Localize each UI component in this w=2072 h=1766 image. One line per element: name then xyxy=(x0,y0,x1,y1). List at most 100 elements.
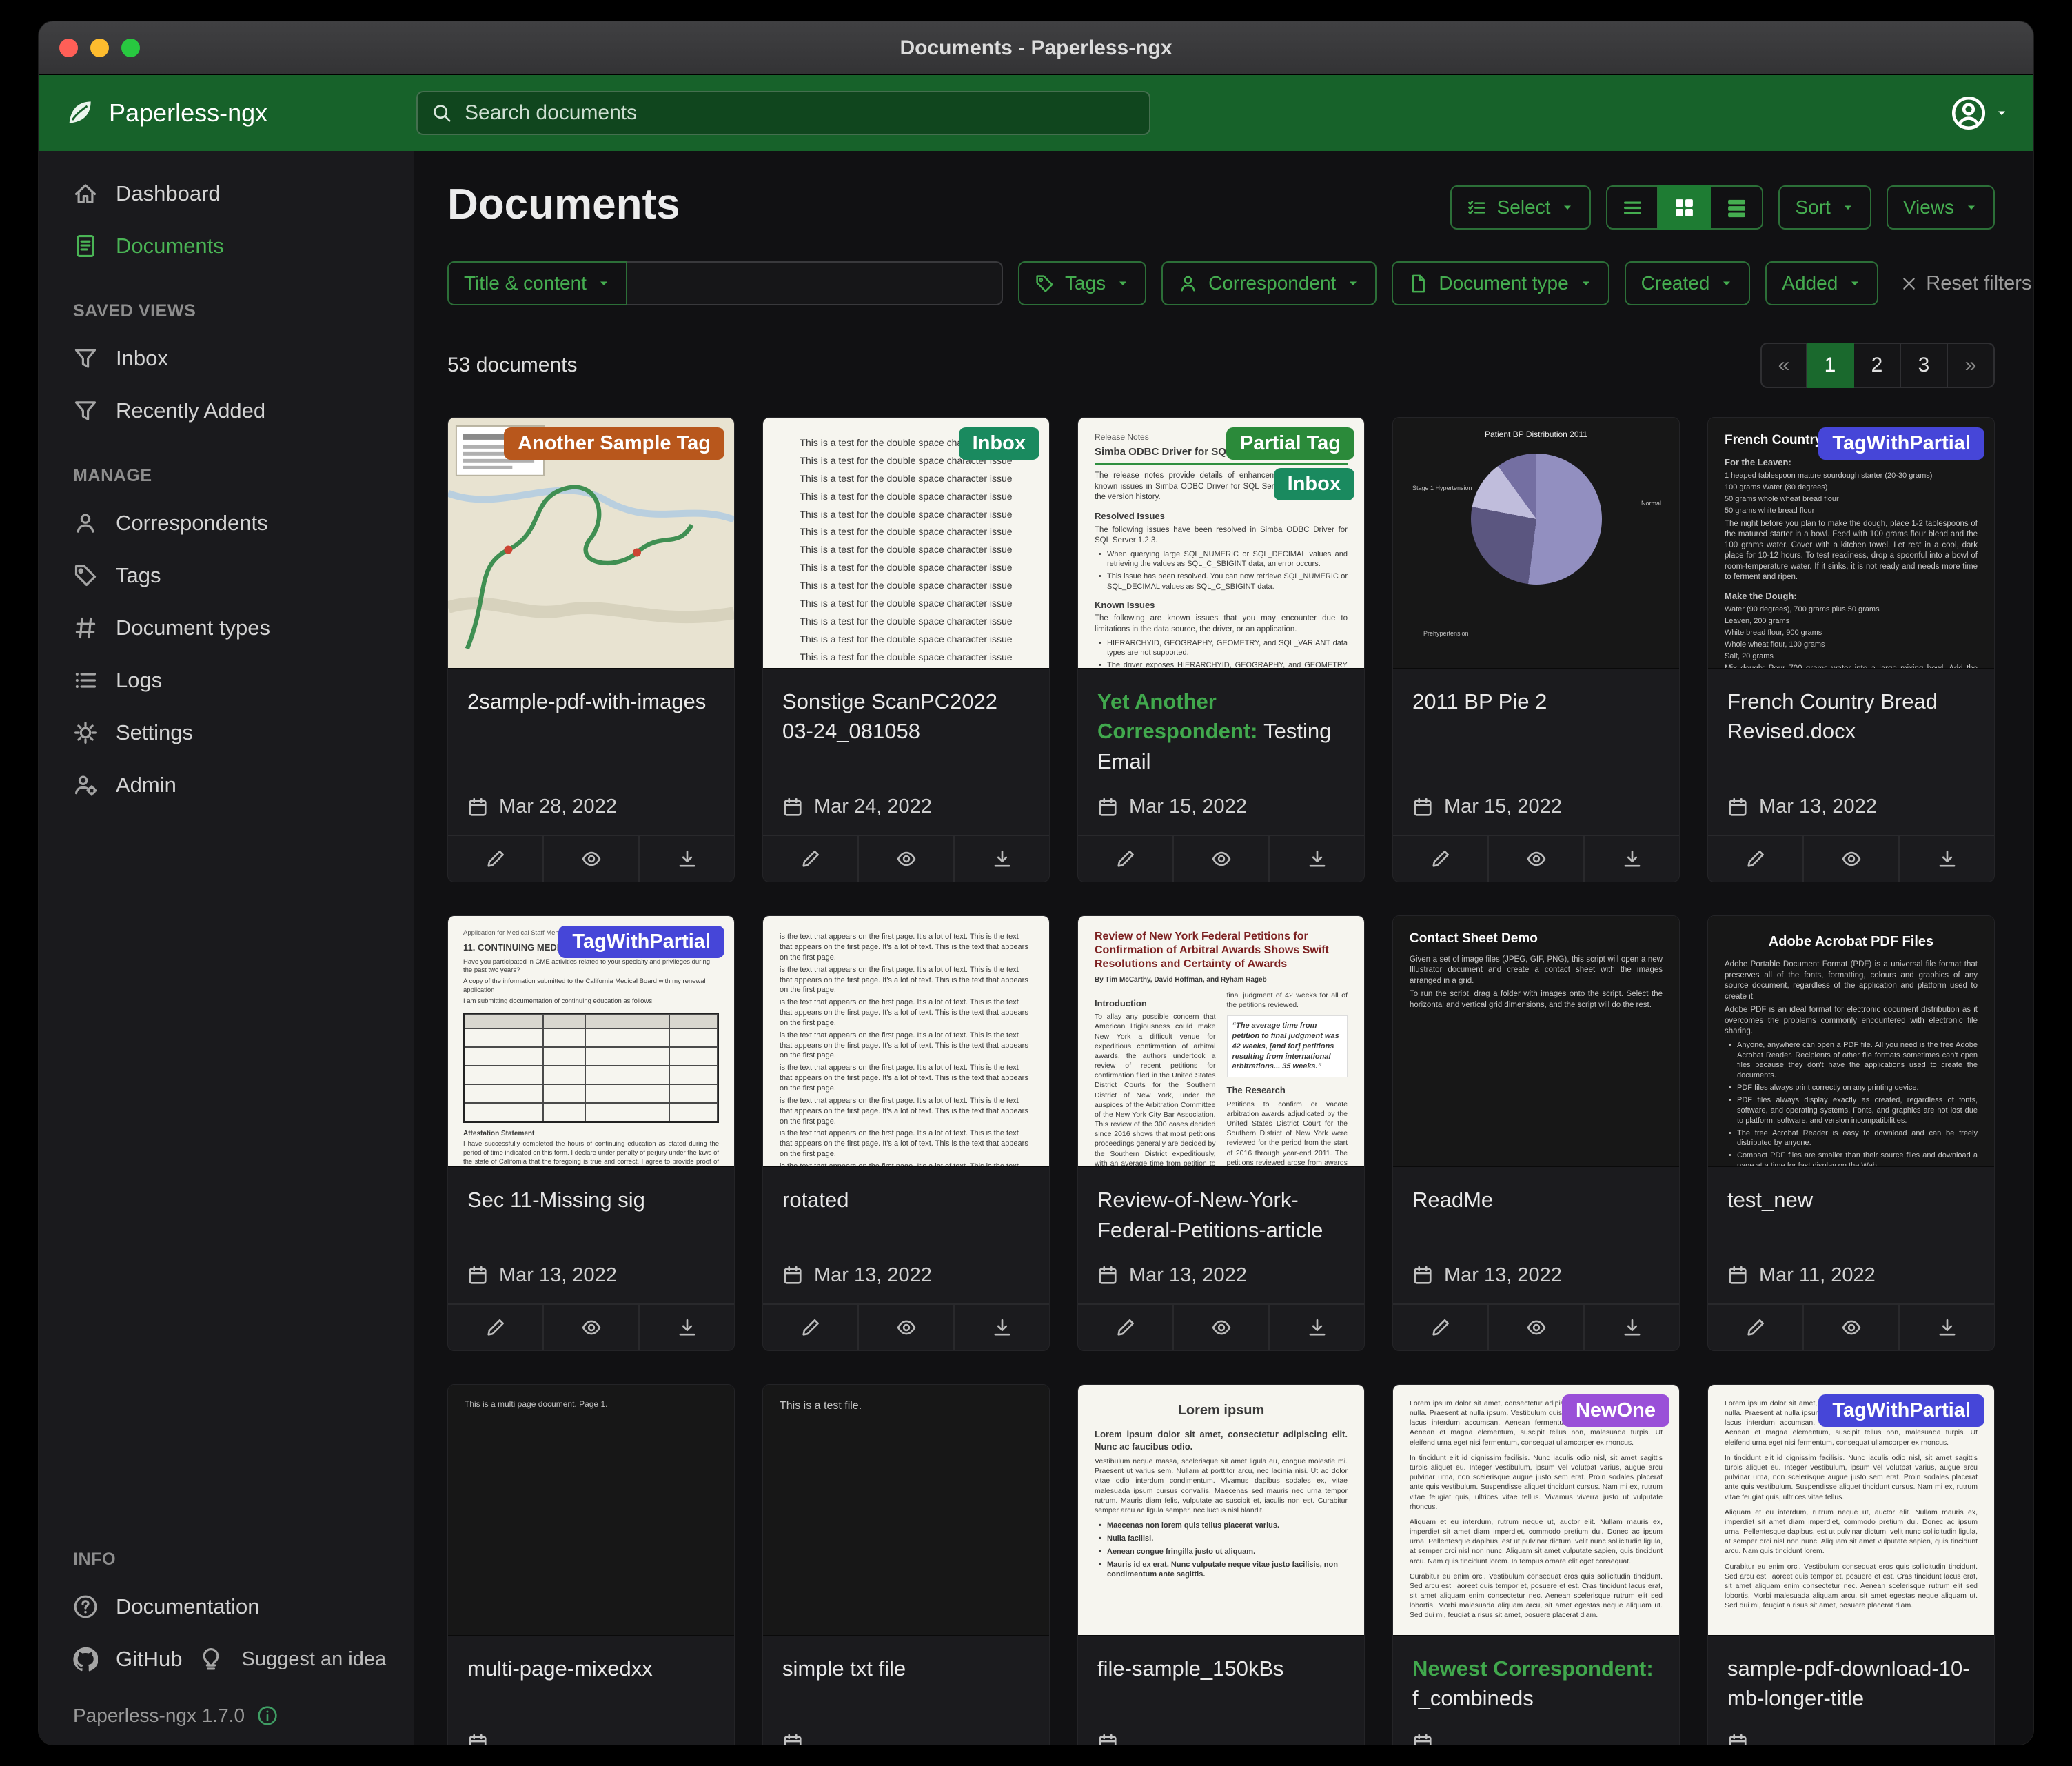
document-title[interactable]: file-sample_150kBs xyxy=(1097,1654,1345,1683)
view-mode-list-button[interactable] xyxy=(1606,185,1658,230)
reset-filters-button[interactable]: Reset filters xyxy=(1900,272,2031,295)
sidebar-item-github[interactable]: GitHub xyxy=(39,1633,189,1685)
filter-button-tags[interactable]: Tags xyxy=(1018,261,1146,305)
document-thumbnail[interactable]: Adobe Acrobat PDF FilesAdobe Portable Do… xyxy=(1708,916,1994,1167)
close-window-button[interactable] xyxy=(59,39,78,57)
document-title[interactable]: Newest Correspondent: f_combineds xyxy=(1412,1654,1660,1714)
sidebar-item-settings[interactable]: Settings xyxy=(39,707,414,759)
document-title[interactable]: Sec 11-Missing sig xyxy=(467,1185,715,1215)
view-document-button[interactable] xyxy=(542,1305,638,1350)
document-thumbnail[interactable]: Review of New York Federal Petitions for… xyxy=(1078,916,1364,1167)
document-card[interactable]: is the text that appears on the first pa… xyxy=(762,915,1050,1351)
view-document-button[interactable] xyxy=(857,1305,953,1350)
document-thumbnail[interactable]: Lorem ipsum dolor sit amet, consectetur … xyxy=(1393,1385,1679,1636)
info-icon[interactable] xyxy=(257,1705,278,1726)
document-thumbnail[interactable]: Lorem ipsumLorem ipsum dolor sit amet, c… xyxy=(1078,1385,1364,1636)
document-card[interactable]: Patient BP Distribution 2011NormalPrehyp… xyxy=(1392,417,1680,882)
document-thumbnail[interactable]: This is a test file. xyxy=(763,1385,1049,1636)
edit-document-button[interactable] xyxy=(1393,1305,1487,1350)
document-correspondent[interactable]: Yet Another Correspondent: xyxy=(1097,689,1263,743)
document-card[interactable]: Release NotesSimba ODBC Driver for SQL S… xyxy=(1077,417,1365,882)
download-document-button[interactable] xyxy=(638,1305,734,1350)
sidebar-item-document-types[interactable]: Document types xyxy=(39,602,414,654)
edit-document-button[interactable] xyxy=(1078,836,1172,882)
document-thumbnail[interactable]: This is a multi page document. Page 1. xyxy=(448,1385,734,1636)
document-thumbnail[interactable]: Application for Medical Staff Membership… xyxy=(448,916,734,1167)
filter-button-document-type[interactable]: Document type xyxy=(1392,261,1609,305)
edit-document-button[interactable] xyxy=(448,1305,542,1350)
document-card[interactable]: Another Sample Tag 2sample-pdf-with-imag… xyxy=(447,417,735,882)
view-document-button[interactable] xyxy=(1172,1305,1268,1350)
document-thumbnail[interactable]: Another Sample Tag xyxy=(448,418,734,669)
download-document-button[interactable] xyxy=(953,836,1049,882)
pagination-next-button[interactable]: » xyxy=(1948,343,1995,388)
tag-badge-tagwithpartial[interactable]: TagWithPartial xyxy=(1818,1394,1984,1427)
title-content-input[interactable] xyxy=(627,261,1003,305)
edit-document-button[interactable] xyxy=(448,836,542,882)
document-thumbnail[interactable]: Release NotesSimba ODBC Driver for SQL S… xyxy=(1078,418,1364,669)
edit-document-button[interactable] xyxy=(1393,836,1487,882)
download-document-button[interactable] xyxy=(1898,836,1994,882)
document-card[interactable]: Application for Medical Staff Membership… xyxy=(447,915,735,1351)
document-card[interactable]: Adobe Acrobat PDF FilesAdobe Portable Do… xyxy=(1707,915,1995,1351)
document-title[interactable]: rotated xyxy=(782,1185,1030,1215)
title-content-dropdown[interactable]: Title & content xyxy=(447,261,627,305)
pagination-prev-button[interactable]: « xyxy=(1760,343,1807,388)
edit-document-button[interactable] xyxy=(1708,836,1802,882)
document-title[interactable]: ReadMe xyxy=(1412,1185,1660,1215)
edit-document-button[interactable] xyxy=(763,836,857,882)
download-document-button[interactable] xyxy=(953,1305,1049,1350)
sidebar-item-correspondents[interactable]: Correspondents xyxy=(39,497,414,549)
document-title[interactable]: Sonstige ScanPC2022 03-24_081058 xyxy=(782,687,1030,747)
sidebar-item-documentation[interactable]: Documentation xyxy=(39,1581,414,1633)
document-card[interactable]: Lorem ipsum dolor sit amet, consectetur … xyxy=(1707,1384,1995,1745)
document-card[interactable]: Lorem ipsum dolor sit amet, consectetur … xyxy=(1392,1384,1680,1745)
download-document-button[interactable] xyxy=(1898,1305,1994,1350)
tag-badge-tagwithpartial[interactable]: TagWithPartial xyxy=(558,926,724,958)
document-thumbnail[interactable]: This is a test for the double space char… xyxy=(763,418,1049,669)
view-document-button[interactable] xyxy=(1172,836,1268,882)
sidebar-item-documents[interactable]: Documents xyxy=(39,220,414,272)
edit-document-button[interactable] xyxy=(1708,1305,1802,1350)
sidebar-item-logs[interactable]: Logs xyxy=(39,654,414,707)
document-card[interactable]: This is a test file. simple txt file xyxy=(762,1384,1050,1745)
document-title[interactable]: simple txt file xyxy=(782,1654,1030,1683)
document-card[interactable]: This is a multi page document. Page 1. m… xyxy=(447,1384,735,1745)
document-title[interactable]: sample-pdf-download-10-mb-longer-title xyxy=(1727,1654,1975,1714)
sidebar-item-inbox[interactable]: Inbox xyxy=(39,332,414,385)
edit-document-button[interactable] xyxy=(763,1305,857,1350)
sidebar-item-tags[interactable]: Tags xyxy=(39,549,414,602)
document-title[interactable]: French Country Bread Revised.docx xyxy=(1727,687,1975,747)
download-document-button[interactable] xyxy=(638,836,734,882)
document-card[interactable]: Lorem ipsumLorem ipsum dolor sit amet, c… xyxy=(1077,1384,1365,1745)
tag-badge-tagwithpartial[interactable]: TagWithPartial xyxy=(1818,427,1984,460)
document-thumbnail[interactable]: Contact Sheet DemoGiven a set of image f… xyxy=(1393,916,1679,1167)
tag-badge-inbox[interactable]: Inbox xyxy=(1274,468,1354,500)
document-title[interactable]: 2sample-pdf-with-images xyxy=(467,687,715,716)
document-card[interactable]: French Country BreadFor the Leaven:1 hea… xyxy=(1707,417,1995,882)
download-document-button[interactable] xyxy=(1268,1305,1364,1350)
sort-button[interactable]: Sort xyxy=(1778,185,1871,230)
document-correspondent[interactable]: Newest Correspondent: xyxy=(1412,1656,1654,1681)
view-document-button[interactable] xyxy=(857,836,953,882)
sidebar-item-admin[interactable]: Admin xyxy=(39,759,414,811)
sidebar-item-dashboard[interactable]: Dashboard xyxy=(39,168,414,220)
download-document-button[interactable] xyxy=(1583,1305,1679,1350)
download-document-button[interactable] xyxy=(1268,836,1364,882)
document-title[interactable]: multi-page-mixedxx xyxy=(467,1654,715,1683)
tag-badge-partial-tag[interactable]: Partial Tag xyxy=(1226,427,1354,460)
select-button[interactable]: Select xyxy=(1450,185,1592,230)
view-document-button[interactable] xyxy=(1802,1305,1898,1350)
user-menu[interactable] xyxy=(1951,95,2009,131)
view-document-button[interactable] xyxy=(1802,836,1898,882)
view-mode-cards-button[interactable] xyxy=(1711,185,1763,230)
document-thumbnail[interactable]: Patient BP Distribution 2011NormalPrehyp… xyxy=(1393,418,1679,669)
view-document-button[interactable] xyxy=(542,836,638,882)
filter-button-correspondent[interactable]: Correspondent xyxy=(1161,261,1377,305)
document-card[interactable]: Review of New York Federal Petitions for… xyxy=(1077,915,1365,1351)
download-document-button[interactable] xyxy=(1583,836,1679,882)
document-card[interactable]: This is a test for the double space char… xyxy=(762,417,1050,882)
views-button[interactable]: Views xyxy=(1887,185,1995,230)
brand[interactable]: Paperless-ngx xyxy=(63,97,416,129)
view-document-button[interactable] xyxy=(1487,1305,1583,1350)
